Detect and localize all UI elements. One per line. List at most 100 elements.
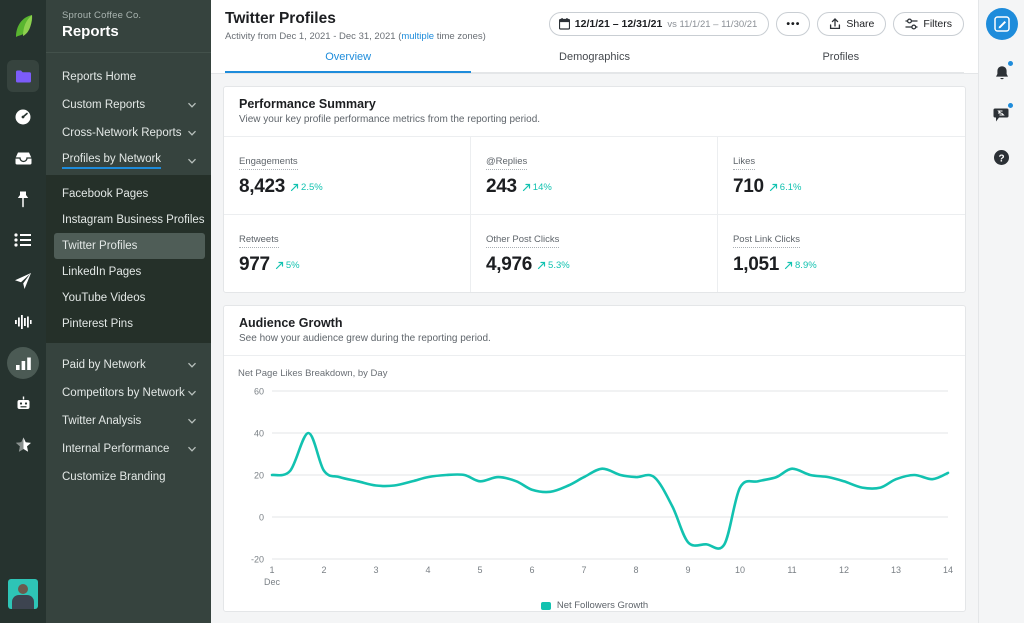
- message-badge: [1006, 102, 1014, 109]
- sidebar-item-custom-reports[interactable]: Custom Reports: [46, 91, 211, 119]
- sidebar-subitem-label: Twitter Profiles: [62, 240, 138, 252]
- metric-delta-value: 2.5%: [301, 182, 323, 193]
- sidebar-item-pinterest-pins[interactable]: Pinterest Pins: [46, 311, 211, 337]
- folder-icon[interactable]: [7, 60, 39, 92]
- chart-legend: Net Followers Growth: [238, 600, 951, 611]
- sidebar-subitem-label: Facebook Pages: [62, 188, 149, 200]
- compose-button[interactable]: [985, 8, 1018, 40]
- top-controls: 12/1/21 – 12/31/21 vs 11/1/21 – 11/30/21…: [548, 12, 964, 36]
- sidebar-item-linkedin-pages[interactable]: LinkedIn Pages: [46, 259, 211, 285]
- sidebar-item-label: Twitter Analysis: [62, 415, 142, 427]
- arrow-up-icon: [290, 183, 299, 192]
- timezone-link[interactable]: multiple: [401, 31, 434, 42]
- svg-text:12: 12: [839, 565, 849, 575]
- date-range-button[interactable]: 12/1/21 – 12/31/21 vs 11/1/21 – 11/30/21: [548, 12, 770, 36]
- sidebar-header: Sprout Coffee Co. Reports: [46, 0, 211, 53]
- sidebar-item-customize-branding[interactable]: Customize Branding: [46, 463, 211, 491]
- sidebar-item-facebook-pages[interactable]: Facebook Pages: [46, 181, 211, 207]
- tab-bar: Overview Demographics Profiles: [225, 51, 964, 73]
- sidebar-sub-list: Facebook Pages Instagram Business Profil…: [46, 175, 211, 343]
- metric-post-link-clicks: Post Link Clicks 1,051 8.9%: [718, 215, 965, 292]
- org-name: Sprout Coffee Co.: [62, 10, 142, 21]
- share-label: Share: [846, 18, 875, 30]
- robot-icon[interactable]: [7, 388, 39, 420]
- metric-label[interactable]: Likes: [732, 156, 756, 170]
- page-title-sidebar: Reports: [62, 23, 119, 40]
- tab-profiles[interactable]: Profiles: [717, 51, 964, 73]
- sidebar-subitem-label: Instagram Business Profiles: [62, 214, 205, 226]
- icon-rail: [0, 0, 46, 623]
- svg-text:1: 1: [269, 565, 274, 575]
- card-description: View your key profile performance metric…: [239, 114, 541, 125]
- sidebar-item-reports-home[interactable]: Reports Home: [46, 63, 211, 91]
- sidebar-item-twitter-profiles[interactable]: Twitter Profiles: [54, 233, 205, 259]
- metric-value: 710: [732, 176, 764, 197]
- chevron-down-icon: [188, 158, 196, 164]
- audio-wave-icon[interactable]: [7, 306, 39, 338]
- sidebar-item-youtube-videos[interactable]: YouTube Videos: [46, 285, 211, 311]
- help-glyph: ?: [994, 149, 1009, 165]
- metric-delta: 2.5%: [290, 182, 323, 193]
- bar-chart-icon[interactable]: [7, 347, 39, 379]
- more-options-button[interactable]: •••: [776, 12, 811, 36]
- share-button[interactable]: Share: [817, 12, 887, 36]
- tab-overview[interactable]: Overview: [225, 51, 472, 73]
- sidebar-item-label: Competitors by Network: [62, 387, 185, 399]
- sidebar-item-cross-network-reports[interactable]: Cross-Network Reports: [46, 119, 211, 147]
- svg-text:?: ?: [998, 153, 1004, 164]
- legend-swatch: [540, 601, 551, 610]
- audience-growth-chart[interactable]: 6040200-201 2 3 4 5 6 7 8 9 10 11 12 13 14Dec: [238, 383, 954, 593]
- sidebar-item-label: Profiles by Network: [62, 153, 162, 169]
- metric-label[interactable]: Other Post Clicks: [485, 234, 560, 248]
- sidebar-item-twitter-analysis[interactable]: Twitter Analysis: [46, 407, 211, 435]
- metric-label[interactable]: Engagements: [239, 156, 298, 170]
- svg-text:0: 0: [259, 513, 264, 523]
- subtitle-prefix: Activity from Dec 1, 2021 - Dec 31, 2021…: [225, 31, 402, 42]
- chevron-down-icon: [188, 130, 196, 136]
- bell-icon[interactable]: [987, 58, 1017, 88]
- svg-text:40: 40: [254, 429, 264, 439]
- metric-delta-value: 5%: [285, 260, 300, 271]
- metric-value: 4,976: [485, 254, 533, 275]
- filters-label: Filters: [923, 18, 952, 30]
- metric-delta: 14%: [522, 182, 552, 193]
- metric-value: 243: [485, 176, 517, 197]
- chevron-down-icon: [188, 390, 196, 396]
- sprout-leaf-logo[interactable]: [7, 10, 39, 42]
- sidebar-item-instagram-business-profiles[interactable]: Instagram Business Profiles: [46, 207, 211, 233]
- bell-glyph: [995, 65, 1008, 79]
- list-icon[interactable]: [7, 224, 39, 256]
- svg-text:Dec: Dec: [264, 577, 281, 587]
- sidebar-item-competitors-by-network[interactable]: Competitors by Network: [46, 379, 211, 407]
- message-icon[interactable]: [987, 100, 1017, 130]
- calendar-icon: [558, 18, 570, 30]
- page-title: Twitter Profiles: [225, 10, 336, 27]
- star-icon[interactable]: [7, 429, 39, 461]
- metrics-grid: Engagements 8,423 2.5% @Replies 243 14% …: [224, 137, 965, 292]
- user-avatar[interactable]: [8, 579, 38, 609]
- metric-value: 977: [239, 254, 270, 275]
- metric-value: 8,423: [239, 176, 286, 197]
- help-icon[interactable]: ?: [987, 142, 1017, 172]
- sidebar-item-label: Custom Reports: [62, 99, 146, 111]
- sidebar-item-paid-by-network[interactable]: Paid by Network: [46, 351, 211, 379]
- message-glyph: [993, 108, 1009, 122]
- filters-button[interactable]: Filters: [893, 12, 964, 36]
- tab-demographics[interactable]: Demographics: [471, 51, 718, 73]
- legend-label: Net Followers Growth: [556, 600, 649, 611]
- app-root: Sprout Coffee Co. Reports Reports Home C…: [0, 0, 1024, 623]
- sidebar-item-profiles-by-network[interactable]: Profiles by Network: [46, 147, 211, 175]
- metric-delta: 8.9%: [784, 260, 817, 271]
- svg-text:14: 14: [943, 565, 953, 575]
- metric-delta: 5%: [275, 260, 300, 271]
- speedometer-icon[interactable]: [7, 101, 39, 133]
- metric-label[interactable]: Post Link Clicks: [732, 234, 801, 248]
- pin-icon[interactable]: [7, 183, 39, 215]
- metric-label[interactable]: @Replies: [485, 156, 528, 170]
- arrow-up-icon: [522, 183, 530, 192]
- sidebar-item-internal-performance[interactable]: Internal Performance: [46, 435, 211, 463]
- metric-label[interactable]: Retweets: [239, 234, 279, 248]
- inbox-icon[interactable]: [7, 142, 39, 174]
- avatar-body: [12, 595, 34, 609]
- paper-plane-icon[interactable]: [7, 265, 39, 297]
